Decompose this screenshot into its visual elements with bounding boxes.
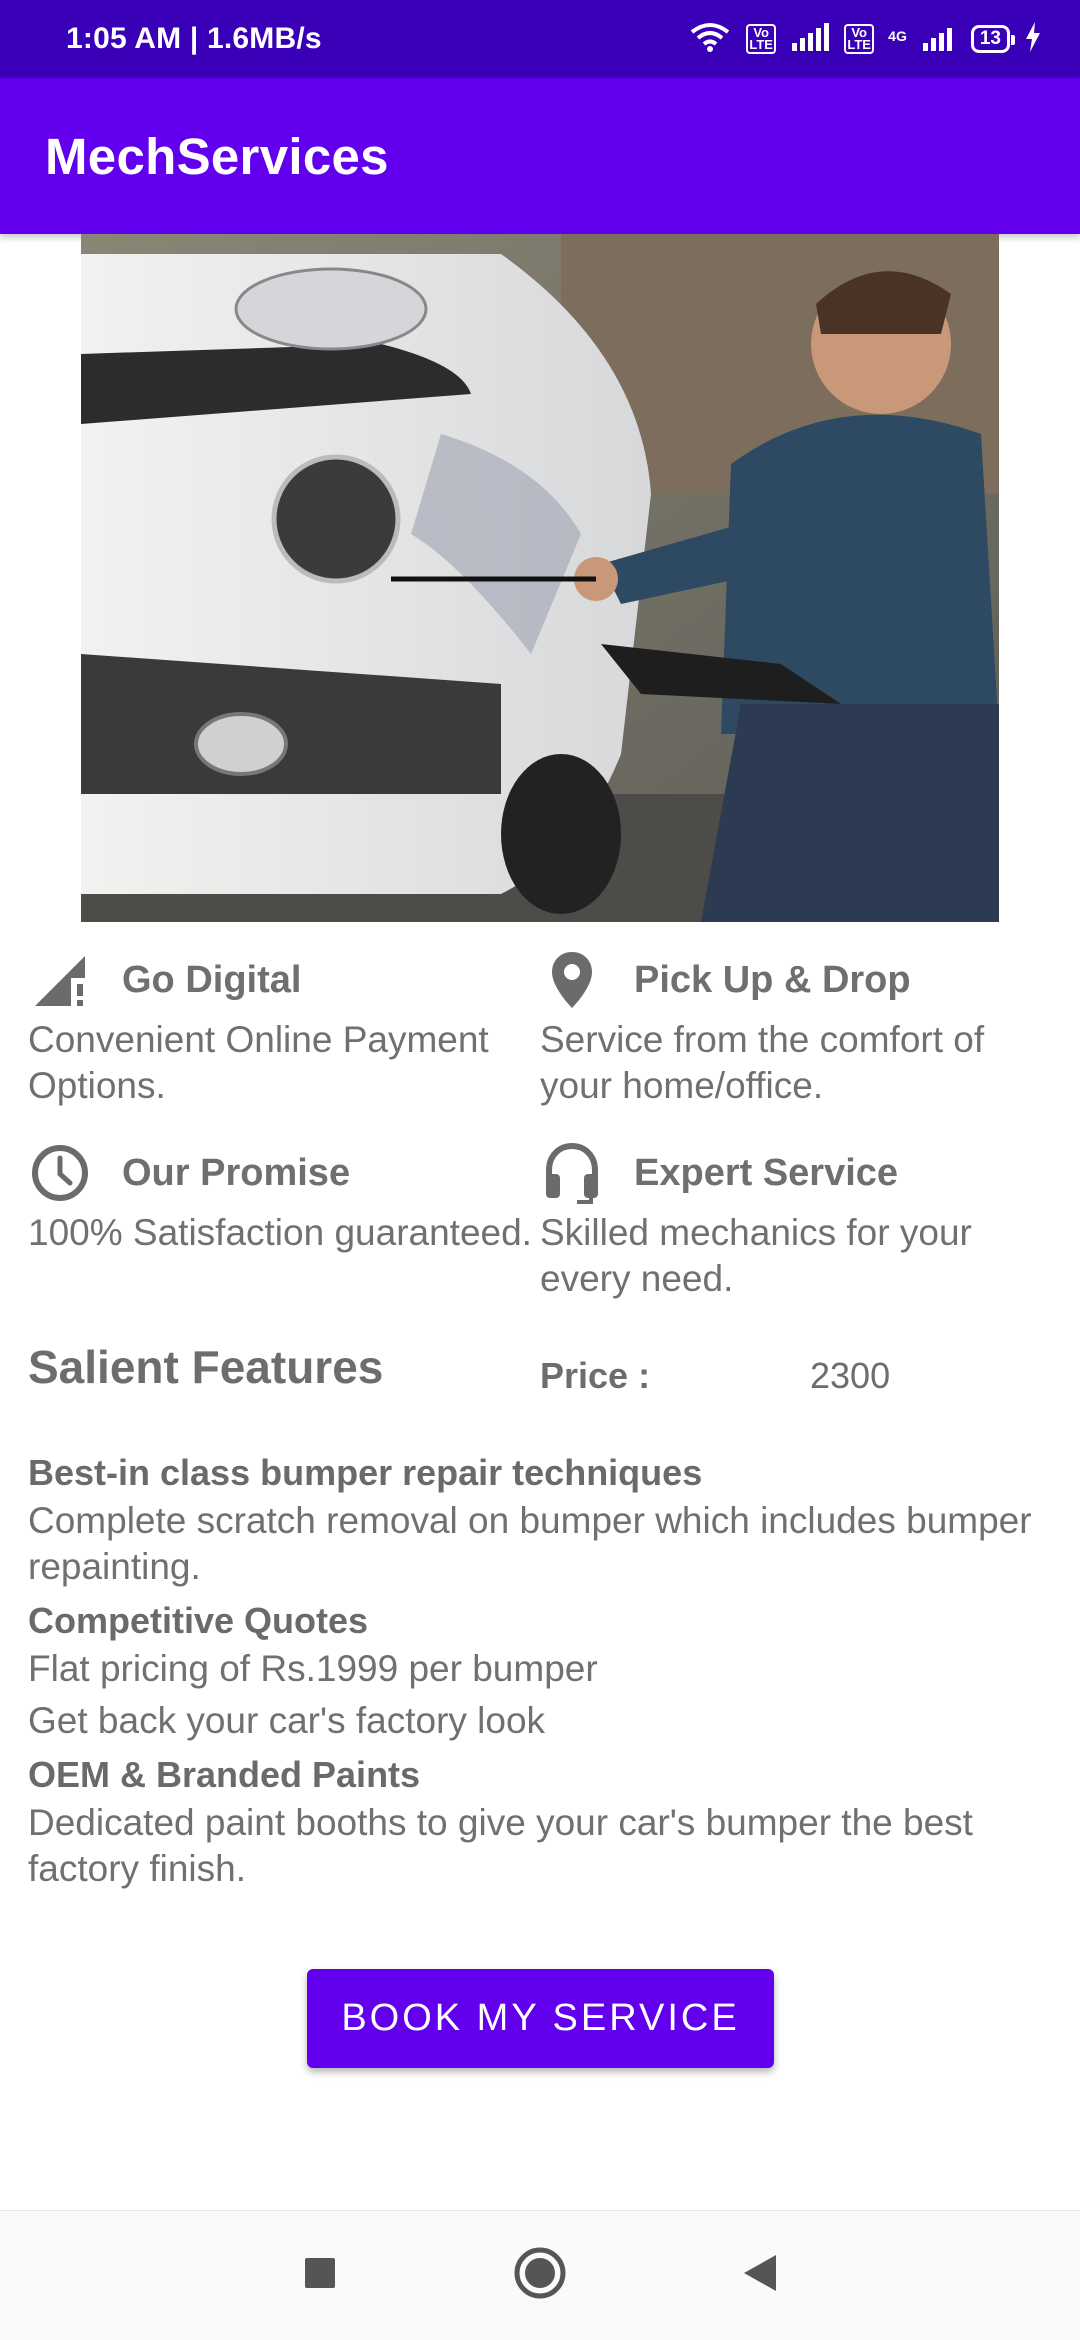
- feature-desc: Service from the comfort of your home/of…: [540, 1019, 985, 1106]
- network-type-label: 4G: [888, 27, 907, 44]
- home-button[interactable]: [505, 2241, 575, 2311]
- location-pin-icon: [540, 948, 604, 1012]
- detail-text: Dedicated paint booths to give your car'…: [28, 1802, 973, 1889]
- battery-level: 13: [979, 28, 1001, 49]
- app-title: MechServices: [45, 127, 389, 185]
- feature-expert-service: Expert Service Skilled mechanics for you…: [540, 1138, 1050, 1302]
- detail-text: Complete scratch removal on bumper which…: [28, 1500, 1032, 1587]
- feature-pick-up-drop: Pick Up & Drop Service from the comfort …: [540, 945, 1050, 1109]
- status-icons: Vo LTE Vo LTE 4G 13: [688, 20, 1042, 59]
- recents-button[interactable]: [285, 2241, 355, 2311]
- detail-heading: OEM & Branded Paints: [28, 1754, 421, 1795]
- app-bar: MechServices: [0, 78, 1080, 234]
- feature-desc: Convenient Online Payment Options.: [28, 1019, 489, 1106]
- status-time: 1:05 AM | 1.6MB/s: [66, 22, 322, 55]
- feature-desc: Skilled mechanics for your every need.: [540, 1212, 972, 1299]
- price-value: 2300: [810, 1355, 891, 1396]
- clock-icon: [28, 1141, 92, 1205]
- back-button[interactable]: [725, 2241, 795, 2311]
- feature-details: Best-in class bumper repair techniques C…: [28, 1448, 1058, 1898]
- charging-icon: [1024, 21, 1042, 57]
- volte-badge-1: Vo LTE: [746, 24, 777, 54]
- signal-icon: [28, 948, 92, 1012]
- detail-heading: Best-in class bumper repair techniques: [28, 1452, 703, 1493]
- square-icon: [303, 2256, 337, 2295]
- circle-icon: [513, 2246, 567, 2305]
- feature-title: Pick Up & Drop: [634, 958, 911, 1001]
- status-bar: 1:05 AM | 1.6MB/s Vo LTE Vo LTE 4G 13: [0, 0, 1080, 78]
- book-my-service-button[interactable]: BOOK MY SERVICE: [307, 1969, 774, 2068]
- salient-features-title: Salient Features: [28, 1341, 384, 1393]
- feature-desc: 100% Satisfaction guaranteed.: [28, 1212, 532, 1253]
- system-nav-bar: [0, 2210, 1080, 2340]
- detail-heading: Competitive Quotes: [28, 1600, 369, 1641]
- hero-image: [81, 234, 999, 922]
- volte-badge-2: Vo LTE: [844, 24, 875, 54]
- detail-text: Flat pricing of Rs.1999 per bumper: [28, 1648, 598, 1689]
- feature-title: Expert Service: [634, 1151, 899, 1194]
- feature-go-digital: Go Digital Convenient Online Payment Opt…: [28, 945, 538, 1109]
- battery-icon: 13: [970, 25, 1016, 53]
- price-label: Price :: [540, 1355, 651, 1396]
- wifi-icon: [688, 20, 732, 59]
- triangle-back-icon: [742, 2253, 778, 2298]
- feature-title: Our Promise: [122, 1151, 351, 1194]
- feature-title: Go Digital: [122, 958, 302, 1001]
- car-repair-photo: [81, 234, 999, 922]
- feature-our-promise: Our Promise 100% Satisfaction guaranteed…: [28, 1138, 538, 1256]
- headset-icon: [540, 1141, 604, 1205]
- cell-signal-icon-1: [790, 22, 830, 56]
- cell-signal-icon-2: [921, 23, 957, 56]
- detail-text: Get back your car's factory look: [28, 1700, 546, 1741]
